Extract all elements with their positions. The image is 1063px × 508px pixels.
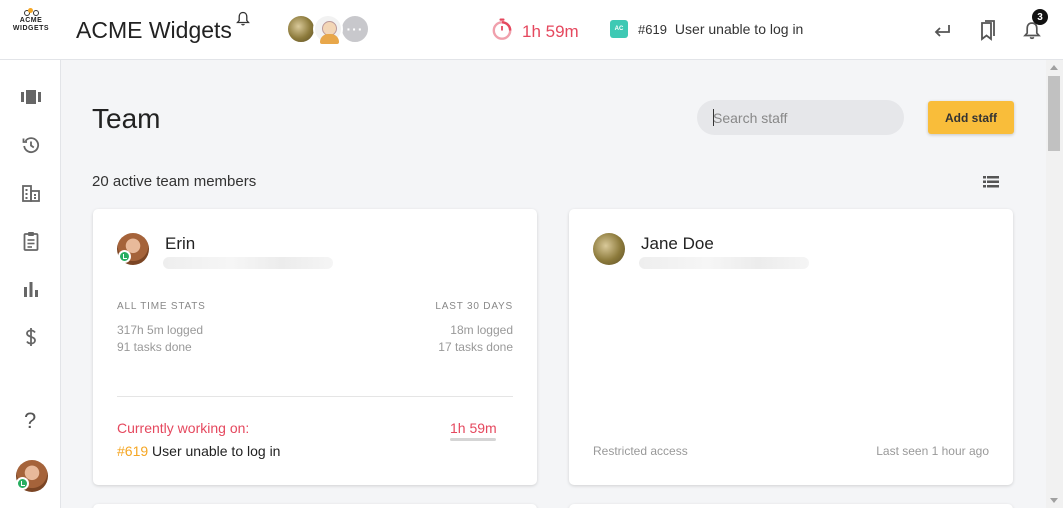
top-bar: ACME WIDGETS ACME Widgets ··· 1h 59m AC … (0, 0, 1063, 60)
page-scrollbar[interactable] (1046, 60, 1063, 508)
active-members-count: 20 active team members (92, 173, 257, 190)
working-task-number: #619 (117, 443, 149, 459)
scroll-thumb[interactable] (1048, 76, 1060, 151)
member-email-redacted (163, 257, 333, 269)
bookmarks-icon[interactable] (977, 18, 997, 47)
task-title: User unable to log in (674, 21, 804, 37)
dollar-icon[interactable] (20, 326, 42, 348)
list-view-icon[interactable] (983, 175, 999, 194)
user-avatar-2[interactable] (313, 14, 343, 44)
card-divider (117, 396, 513, 397)
bell-small-icon[interactable] (236, 11, 250, 32)
member-name: Erin (165, 234, 196, 253)
user-avatar-1[interactable] (286, 14, 316, 44)
scroll-down-arrow-icon[interactable] (1050, 498, 1058, 503)
timer-value: 1h 59m (522, 21, 579, 41)
main-content: Team Add staff 20 active team members Er… (61, 60, 1046, 508)
logo-text-line1: ACME (19, 17, 43, 24)
more-users-button[interactable]: ··· (340, 14, 370, 44)
member-email-redacted (639, 257, 809, 269)
text-caret (713, 109, 714, 126)
active-timer[interactable]: 1h 59m (490, 17, 579, 46)
page-title: Team (92, 103, 161, 134)
stopwatch-icon (490, 17, 514, 46)
last30-logged: 18m logged (450, 323, 513, 337)
member-name: Jane Doe (641, 234, 714, 253)
history-icon[interactable] (20, 134, 42, 156)
working-timer[interactable]: 1h 59m (450, 420, 497, 436)
access-level: Restricted access (593, 444, 688, 458)
last30-tasks: 17 tasks done (438, 340, 513, 354)
team-member-card[interactable] (569, 504, 1013, 508)
reply-icon[interactable] (932, 18, 952, 47)
help-icon[interactable]: ? (24, 408, 36, 434)
search-staff-input[interactable] (697, 100, 904, 135)
bar-chart-icon[interactable] (20, 278, 42, 300)
all-time-logged: 317h 5m logged (117, 323, 204, 337)
working-timer-underline (450, 438, 496, 441)
team-member-card[interactable]: Erin ALL TIME STATS LAST 30 DAYS 317h 5m… (93, 209, 537, 485)
working-task-title: User unable to log in (152, 443, 281, 459)
board-icon[interactable] (20, 86, 42, 108)
online-users: ··· (286, 14, 370, 44)
logo-accent-dot (28, 8, 33, 13)
app-logo[interactable]: ACME WIDGETS (8, 8, 54, 33)
all-time-stats-label: ALL TIME STATS (117, 301, 206, 312)
online-status-icon (16, 477, 29, 490)
last-seen: Last seen 1 hour ago (876, 444, 989, 458)
clipboard-icon[interactable] (20, 230, 42, 252)
project-badge: AC (610, 20, 628, 38)
team-member-card[interactable]: Jane Doe Restricted access Last seen 1 h… (569, 209, 1013, 485)
logo-text-line2: WIDGETS (12, 25, 50, 32)
working-task-link[interactable]: #619 User unable to log in (117, 443, 280, 459)
add-staff-button[interactable]: Add staff (928, 101, 1014, 134)
notification-count-badge: 3 (1032, 9, 1048, 25)
team-member-card[interactable] (93, 504, 537, 508)
scroll-up-arrow-icon[interactable] (1050, 65, 1058, 70)
all-time-tasks: 91 tasks done (117, 340, 192, 354)
current-task-chip[interactable]: AC #619 User unable to log in (610, 20, 803, 38)
last-30-days-label: LAST 30 DAYS (435, 301, 513, 312)
member-avatar (593, 233, 625, 265)
task-number: #619 (638, 21, 667, 37)
sidebar: ? (0, 60, 61, 508)
currently-working-label: Currently working on: (117, 420, 250, 436)
building-icon[interactable] (20, 182, 42, 204)
app-title: ACME Widgets (76, 17, 232, 43)
online-status-icon (118, 250, 131, 263)
